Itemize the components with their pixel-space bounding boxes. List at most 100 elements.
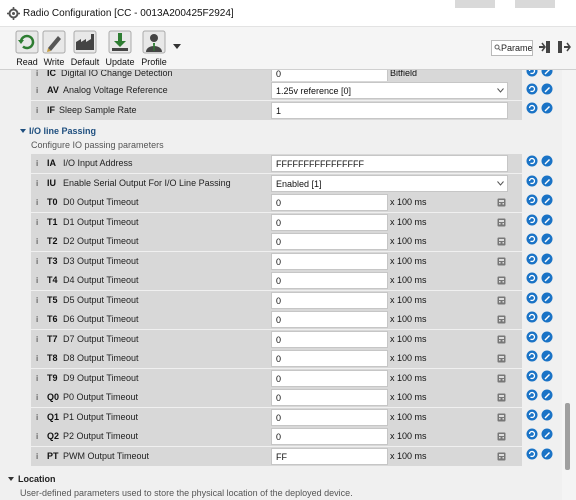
search-input[interactable]	[501, 42, 532, 54]
read-param-icon[interactable]	[526, 233, 538, 245]
minimize-button[interactable]	[455, 0, 495, 8]
param-select[interactable]: 1.25v reference [0]	[271, 82, 508, 99]
param-value-field[interactable]: FF	[271, 448, 388, 465]
write-param-icon[interactable]	[541, 194, 553, 206]
read-param-icon[interactable]	[526, 409, 538, 421]
info-icon[interactable]: i	[36, 393, 38, 402]
write-param-icon[interactable]	[541, 350, 553, 362]
param-value-field[interactable]: 0	[271, 311, 388, 328]
param-value-field[interactable]: 0	[271, 272, 388, 289]
info-icon[interactable]: i	[36, 106, 38, 115]
read-param-icon[interactable]	[526, 175, 538, 187]
write-param-icon[interactable]	[541, 233, 553, 245]
param-value-field[interactable]: 0	[271, 409, 388, 426]
info-icon[interactable]: i	[36, 354, 38, 363]
info-icon[interactable]: i	[36, 452, 38, 461]
section-title-location[interactable]: Location	[18, 474, 56, 484]
calculator-icon[interactable]	[497, 198, 506, 207]
read-param-icon[interactable]	[526, 428, 538, 440]
write-param-icon[interactable]	[541, 448, 553, 460]
read-param-icon[interactable]	[526, 102, 538, 114]
info-icon[interactable]: i	[36, 237, 38, 246]
param-value-field[interactable]: 0	[271, 253, 388, 270]
calculator-icon[interactable]	[497, 257, 506, 266]
param-select[interactable]: Enabled [1]	[271, 175, 508, 192]
param-value-field[interactable]: 0	[271, 370, 388, 387]
read-param-icon[interactable]	[526, 370, 538, 382]
collapse-all-icon[interactable]	[538, 40, 552, 54]
write-param-icon[interactable]	[541, 389, 553, 401]
chevron-down-icon[interactable]	[173, 44, 181, 50]
read-param-icon[interactable]	[526, 155, 538, 167]
section-title-io-passing[interactable]: I/O line Passing	[29, 126, 96, 136]
calculator-icon[interactable]	[497, 393, 506, 402]
write-param-icon[interactable]	[541, 272, 553, 284]
read-param-icon[interactable]	[526, 214, 538, 226]
info-icon[interactable]: i	[36, 374, 38, 383]
calculator-icon[interactable]	[497, 432, 506, 441]
info-icon[interactable]: i	[36, 335, 38, 344]
chevron-down-icon[interactable]	[497, 88, 504, 93]
profile-button[interactable]: Profile	[140, 30, 168, 68]
read-param-icon[interactable]	[526, 83, 538, 95]
info-icon[interactable]: i	[36, 86, 38, 95]
calculator-icon[interactable]	[497, 335, 506, 344]
read-param-icon[interactable]	[526, 350, 538, 362]
param-value-field[interactable]: 0	[271, 194, 388, 211]
info-icon[interactable]: i	[36, 432, 38, 441]
read-param-icon[interactable]	[526, 331, 538, 343]
read-param-icon[interactable]	[526, 311, 538, 323]
param-value-field[interactable]: 0	[271, 233, 388, 250]
calculator-icon[interactable]	[497, 354, 506, 363]
read-param-icon[interactable]	[526, 70, 538, 77]
info-icon[interactable]: i	[36, 218, 38, 227]
read-param-icon[interactable]	[526, 272, 538, 284]
param-value-field[interactable]: 1	[271, 102, 508, 119]
write-param-icon[interactable]	[541, 83, 553, 95]
write-param-icon[interactable]	[541, 175, 553, 187]
close-button[interactable]	[515, 0, 555, 8]
scrollbar-thumb[interactable]	[565, 403, 570, 470]
info-icon[interactable]: i	[36, 159, 38, 168]
calculator-icon[interactable]	[497, 237, 506, 246]
write-param-icon[interactable]	[541, 409, 553, 421]
info-icon[interactable]: i	[36, 179, 38, 188]
read-param-icon[interactable]	[526, 253, 538, 265]
write-param-icon[interactable]	[541, 102, 553, 114]
param-value-field[interactable]: 0	[271, 214, 388, 231]
read-param-icon[interactable]	[526, 292, 538, 304]
info-icon[interactable]: i	[36, 315, 38, 324]
chevron-down-icon[interactable]	[497, 181, 504, 186]
write-button[interactable]: Write	[40, 30, 68, 68]
default-button[interactable]: Default	[71, 30, 99, 68]
write-param-icon[interactable]	[541, 311, 553, 323]
calculator-icon[interactable]	[497, 296, 506, 305]
search-box[interactable]	[491, 40, 533, 56]
write-param-icon[interactable]	[541, 214, 553, 226]
info-icon[interactable]: i	[36, 70, 38, 78]
calculator-icon[interactable]	[497, 452, 506, 461]
read-param-icon[interactable]	[526, 448, 538, 460]
info-icon[interactable]: i	[36, 257, 38, 266]
param-value-field[interactable]: 0	[271, 389, 388, 406]
param-value-field[interactable]: 0	[271, 350, 388, 367]
collapse-caret-icon[interactable]	[8, 476, 14, 482]
write-param-icon[interactable]	[541, 155, 553, 167]
param-value-field[interactable]: 0	[271, 292, 388, 309]
write-param-icon[interactable]	[541, 370, 553, 382]
param-value-field[interactable]: 0	[271, 331, 388, 348]
info-icon[interactable]: i	[36, 413, 38, 422]
calculator-icon[interactable]	[497, 374, 506, 383]
calculator-icon[interactable]	[497, 315, 506, 324]
read-param-icon[interactable]	[526, 194, 538, 206]
param-value-field[interactable]: FFFFFFFFFFFFFFFF	[271, 155, 508, 172]
info-icon[interactable]: i	[36, 198, 38, 207]
write-param-icon[interactable]	[541, 70, 553, 77]
write-param-icon[interactable]	[541, 253, 553, 265]
collapse-caret-icon[interactable]	[20, 128, 26, 134]
info-icon[interactable]: i	[36, 276, 38, 285]
calculator-icon[interactable]	[497, 276, 506, 285]
write-param-icon[interactable]	[541, 292, 553, 304]
calculator-icon[interactable]	[497, 413, 506, 422]
info-icon[interactable]: i	[36, 296, 38, 305]
